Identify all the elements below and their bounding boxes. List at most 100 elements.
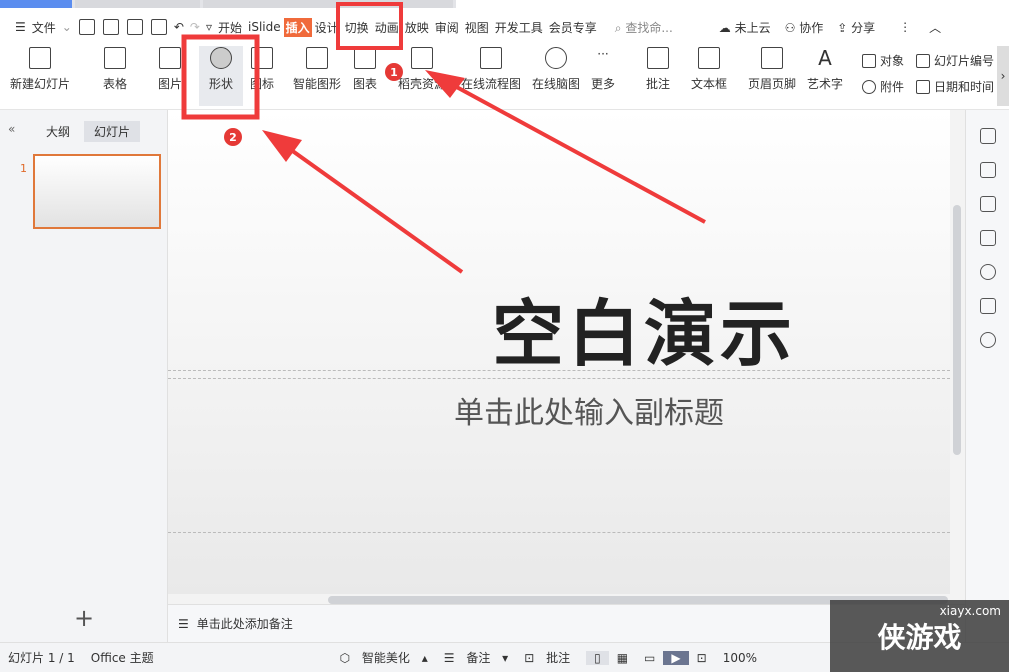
- comment-button[interactable]: 批注: [646, 46, 670, 106]
- collab-label: 协作: [799, 20, 824, 35]
- chart-button[interactable]: 图表: [353, 46, 377, 106]
- slide-title[interactable]: 空白演示: [168, 275, 950, 380]
- label: 智能美化: [361, 651, 410, 665]
- normal-view-icon[interactable]: ▯: [586, 650, 609, 665]
- reading-view-icon[interactable]: ▭: [636, 651, 663, 665]
- object-button[interactable]: 对象: [862, 52, 904, 69]
- picture-button[interactable]: 图片: [158, 46, 182, 106]
- add-slide-button[interactable]: +: [74, 604, 94, 632]
- tab-member[interactable]: 会员专享: [546, 19, 600, 36]
- tab-design[interactable]: 设计: [312, 19, 342, 36]
- ribbon-scroll-right[interactable]: ›: [997, 46, 1009, 106]
- tab-view[interactable]: 视图: [462, 19, 492, 36]
- tab[interactable]: [75, 0, 200, 8]
- settings-sliders-icon[interactable]: [979, 128, 996, 144]
- play-icon[interactable]: ▶: [663, 650, 689, 665]
- collapse-icon[interactable]: ︿: [926, 19, 944, 36]
- customize-icon[interactable]: ▿: [203, 20, 215, 34]
- collapse-panel-icon[interactable]: «: [8, 122, 15, 136]
- flowchart-button[interactable]: 在线流程图: [461, 46, 521, 106]
- attachment-button[interactable]: 附件: [862, 78, 904, 95]
- save-icon[interactable]: [78, 19, 95, 35]
- print-icon[interactable]: [126, 19, 143, 35]
- tab-slideshow[interactable]: 放映: [402, 19, 432, 36]
- header-footer-button[interactable]: 页眉页脚: [748, 46, 796, 106]
- search-input[interactable]: ⌕ 查找命...: [612, 19, 676, 36]
- menu-icon[interactable]: ☰: [12, 20, 29, 34]
- zoom-level[interactable]: 100%: [715, 651, 765, 665]
- label: 图表: [353, 77, 378, 91]
- help-icon[interactable]: [979, 332, 996, 348]
- star-icon[interactable]: [979, 162, 996, 178]
- table-icon: [104, 47, 126, 69]
- redo-icon[interactable]: ↷: [187, 20, 203, 34]
- search-placeholder: 查找命...: [625, 20, 673, 35]
- tab-home[interactable]: 开始: [215, 19, 245, 36]
- tab-review[interactable]: 审阅: [432, 19, 462, 36]
- theme-name[interactable]: Office 主题: [83, 649, 162, 666]
- datetime-button[interactable]: 日期和时间: [916, 78, 994, 95]
- export-icon[interactable]: [102, 19, 119, 35]
- slide-canvas: 空白演示 单击此处输入副标题: [168, 110, 965, 604]
- label: 页眉页脚: [748, 77, 797, 91]
- tab-animation[interactable]: 动画: [372, 19, 402, 36]
- label: 表格: [103, 77, 128, 91]
- collab-button[interactable]: ⚇ 协作: [782, 19, 827, 36]
- resources-button[interactable]: 稻壳资源: [398, 46, 446, 106]
- shape-button[interactable]: 形状: [199, 46, 243, 106]
- mindmap-button[interactable]: 在线脑图: [532, 46, 580, 106]
- notes-button[interactable]: ☰ 备注 ▾: [436, 649, 516, 666]
- slide[interactable]: 空白演示 单击此处输入副标题: [168, 110, 950, 594]
- tab-developer[interactable]: 开发工具: [492, 19, 546, 36]
- file-menu[interactable]: 文件: [29, 19, 59, 36]
- label: 文本框: [691, 77, 728, 91]
- slide-thumbnail[interactable]: [33, 154, 161, 229]
- cloud-label: 未上云: [734, 20, 771, 35]
- preview-icon[interactable]: [150, 19, 167, 35]
- more-icon[interactable]: ⋮: [896, 20, 914, 34]
- slide-number-button[interactable]: 幻灯片编号: [916, 52, 994, 69]
- share-button[interactable]: ⇪ 分享: [834, 19, 878, 36]
- transition-icon[interactable]: [979, 196, 996, 212]
- wordart-icon: A: [818, 46, 832, 70]
- watermark-site: xiayx.com: [939, 604, 1001, 618]
- outline-tab[interactable]: 大纲: [46, 123, 70, 140]
- textbox-button[interactable]: 文本框: [691, 46, 727, 106]
- comment-button[interactable]: ⊡ 批注: [516, 649, 586, 666]
- book-icon[interactable]: [979, 298, 996, 314]
- table-button[interactable]: 表格: [103, 46, 127, 106]
- mindmap-icon: [545, 47, 567, 69]
- lightning-icon[interactable]: [979, 264, 996, 280]
- shape-icon: [210, 47, 232, 69]
- new-slide-button[interactable]: 新建幻灯片: [10, 46, 70, 106]
- beautify-button[interactable]: ⬡ 智能美化 ▴: [332, 649, 436, 666]
- label: 新建幻灯片: [10, 77, 71, 91]
- icon-button[interactable]: 图标: [250, 46, 274, 106]
- chevron-down-icon[interactable]: ⌄: [59, 20, 75, 34]
- slide-number: 1: [20, 162, 27, 175]
- tab[interactable]: [0, 0, 72, 8]
- tab-active[interactable]: [456, 0, 1009, 8]
- image-icon[interactable]: [979, 230, 996, 246]
- right-sidebar: [965, 110, 1009, 642]
- fit-icon[interactable]: ⊡: [689, 651, 715, 665]
- vertical-scrollbar[interactable]: [953, 205, 961, 455]
- ribbon: 新建幻灯片 表格 图片 形状 图标 智能图形 图表 稻壳资源 在线流程图 在线脑…: [0, 46, 1009, 110]
- watermark: xiayx.com 侠游戏: [830, 600, 1009, 672]
- smartart-button[interactable]: 智能图形: [293, 46, 341, 106]
- tab-insert[interactable]: 插入: [283, 17, 312, 37]
- cloud-button[interactable]: ☁ 未上云: [716, 19, 774, 36]
- ellipsis-icon: ···: [597, 47, 609, 61]
- tab-transition[interactable]: 切换: [342, 19, 372, 36]
- label: 图片: [158, 77, 183, 91]
- resources-icon: [411, 47, 433, 69]
- slide-subtitle[interactable]: 单击此处输入副标题: [168, 388, 950, 432]
- wordart-button[interactable]: A 艺术字: [807, 46, 843, 106]
- tab-islide[interactable]: iSlide: [245, 20, 284, 34]
- grid-view-icon[interactable]: ▦: [609, 651, 636, 665]
- slides-tab[interactable]: 幻灯片: [84, 121, 141, 142]
- undo-icon[interactable]: ↶: [171, 20, 187, 34]
- tab[interactable]: [203, 0, 453, 8]
- more-button[interactable]: ··· 更多: [591, 46, 615, 106]
- flowchart-icon: [480, 47, 502, 69]
